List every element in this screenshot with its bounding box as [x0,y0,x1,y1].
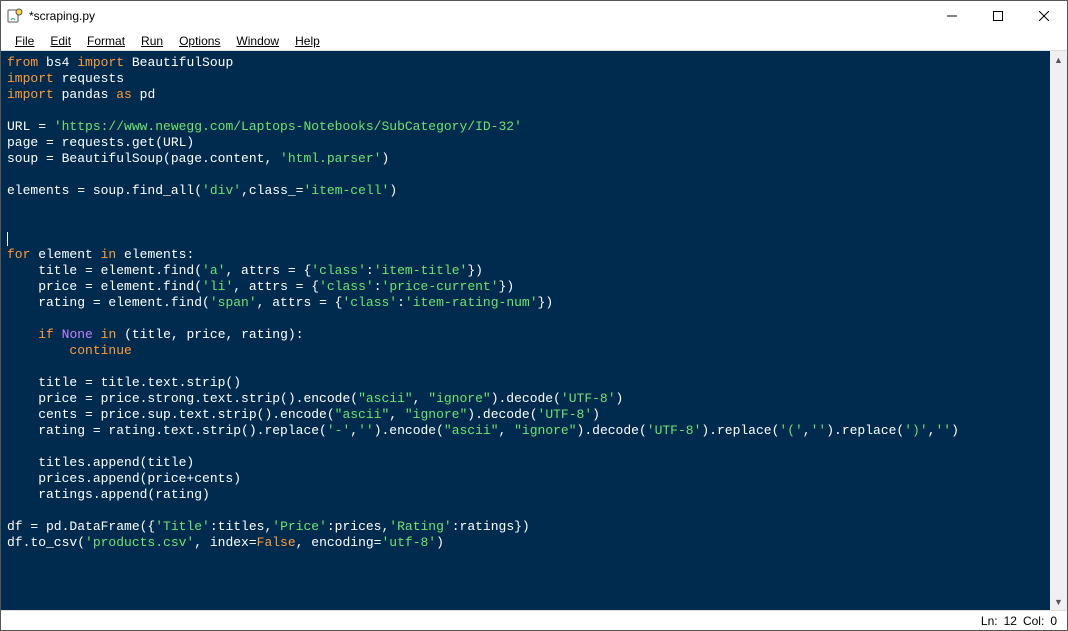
menu-edit-label: Edit [50,34,71,48]
maximize-button[interactable] [975,1,1021,31]
status-col-value: 0 [1050,614,1057,628]
scrollbar-track[interactable] [1050,68,1067,593]
menu-file-label: File [15,34,34,48]
code-editor[interactable]: from bs4 import BeautifulSoup import req… [1,51,1050,610]
app-icon [7,8,23,24]
titlebar: *scraping.py [1,1,1067,31]
menu-window[interactable]: Window [228,32,287,50]
menu-edit[interactable]: Edit [42,32,79,50]
menu-format-label: Format [87,34,125,48]
menu-file[interactable]: File [7,32,42,50]
minimize-button[interactable] [929,1,975,31]
status-col-label: Col: [1023,614,1044,628]
close-button[interactable] [1021,1,1067,31]
menu-help-label: Help [295,34,320,48]
menu-window-label: Window [236,34,279,48]
editor-area: from bs4 import BeautifulSoup import req… [1,51,1067,610]
menu-run-label: Run [141,34,163,48]
status-line-label: Ln: [981,614,998,628]
vertical-scrollbar[interactable]: ▲ ▼ [1050,51,1067,610]
statusbar: Ln: 12 Col: 0 [1,610,1067,630]
menubar: File Edit Format Run Options Window Help [1,31,1067,51]
menu-help[interactable]: Help [287,32,328,50]
window-title: *scraping.py [29,9,95,23]
menu-format[interactable]: Format [79,32,133,50]
menu-options[interactable]: Options [171,32,228,50]
menu-run[interactable]: Run [133,32,171,50]
scroll-up-icon[interactable]: ▲ [1050,51,1067,68]
window-controls [929,1,1067,31]
scroll-down-icon[interactable]: ▼ [1050,593,1067,610]
menu-options-label: Options [179,34,220,48]
text-cursor [7,232,8,246]
status-line-value: 12 [1004,614,1017,628]
